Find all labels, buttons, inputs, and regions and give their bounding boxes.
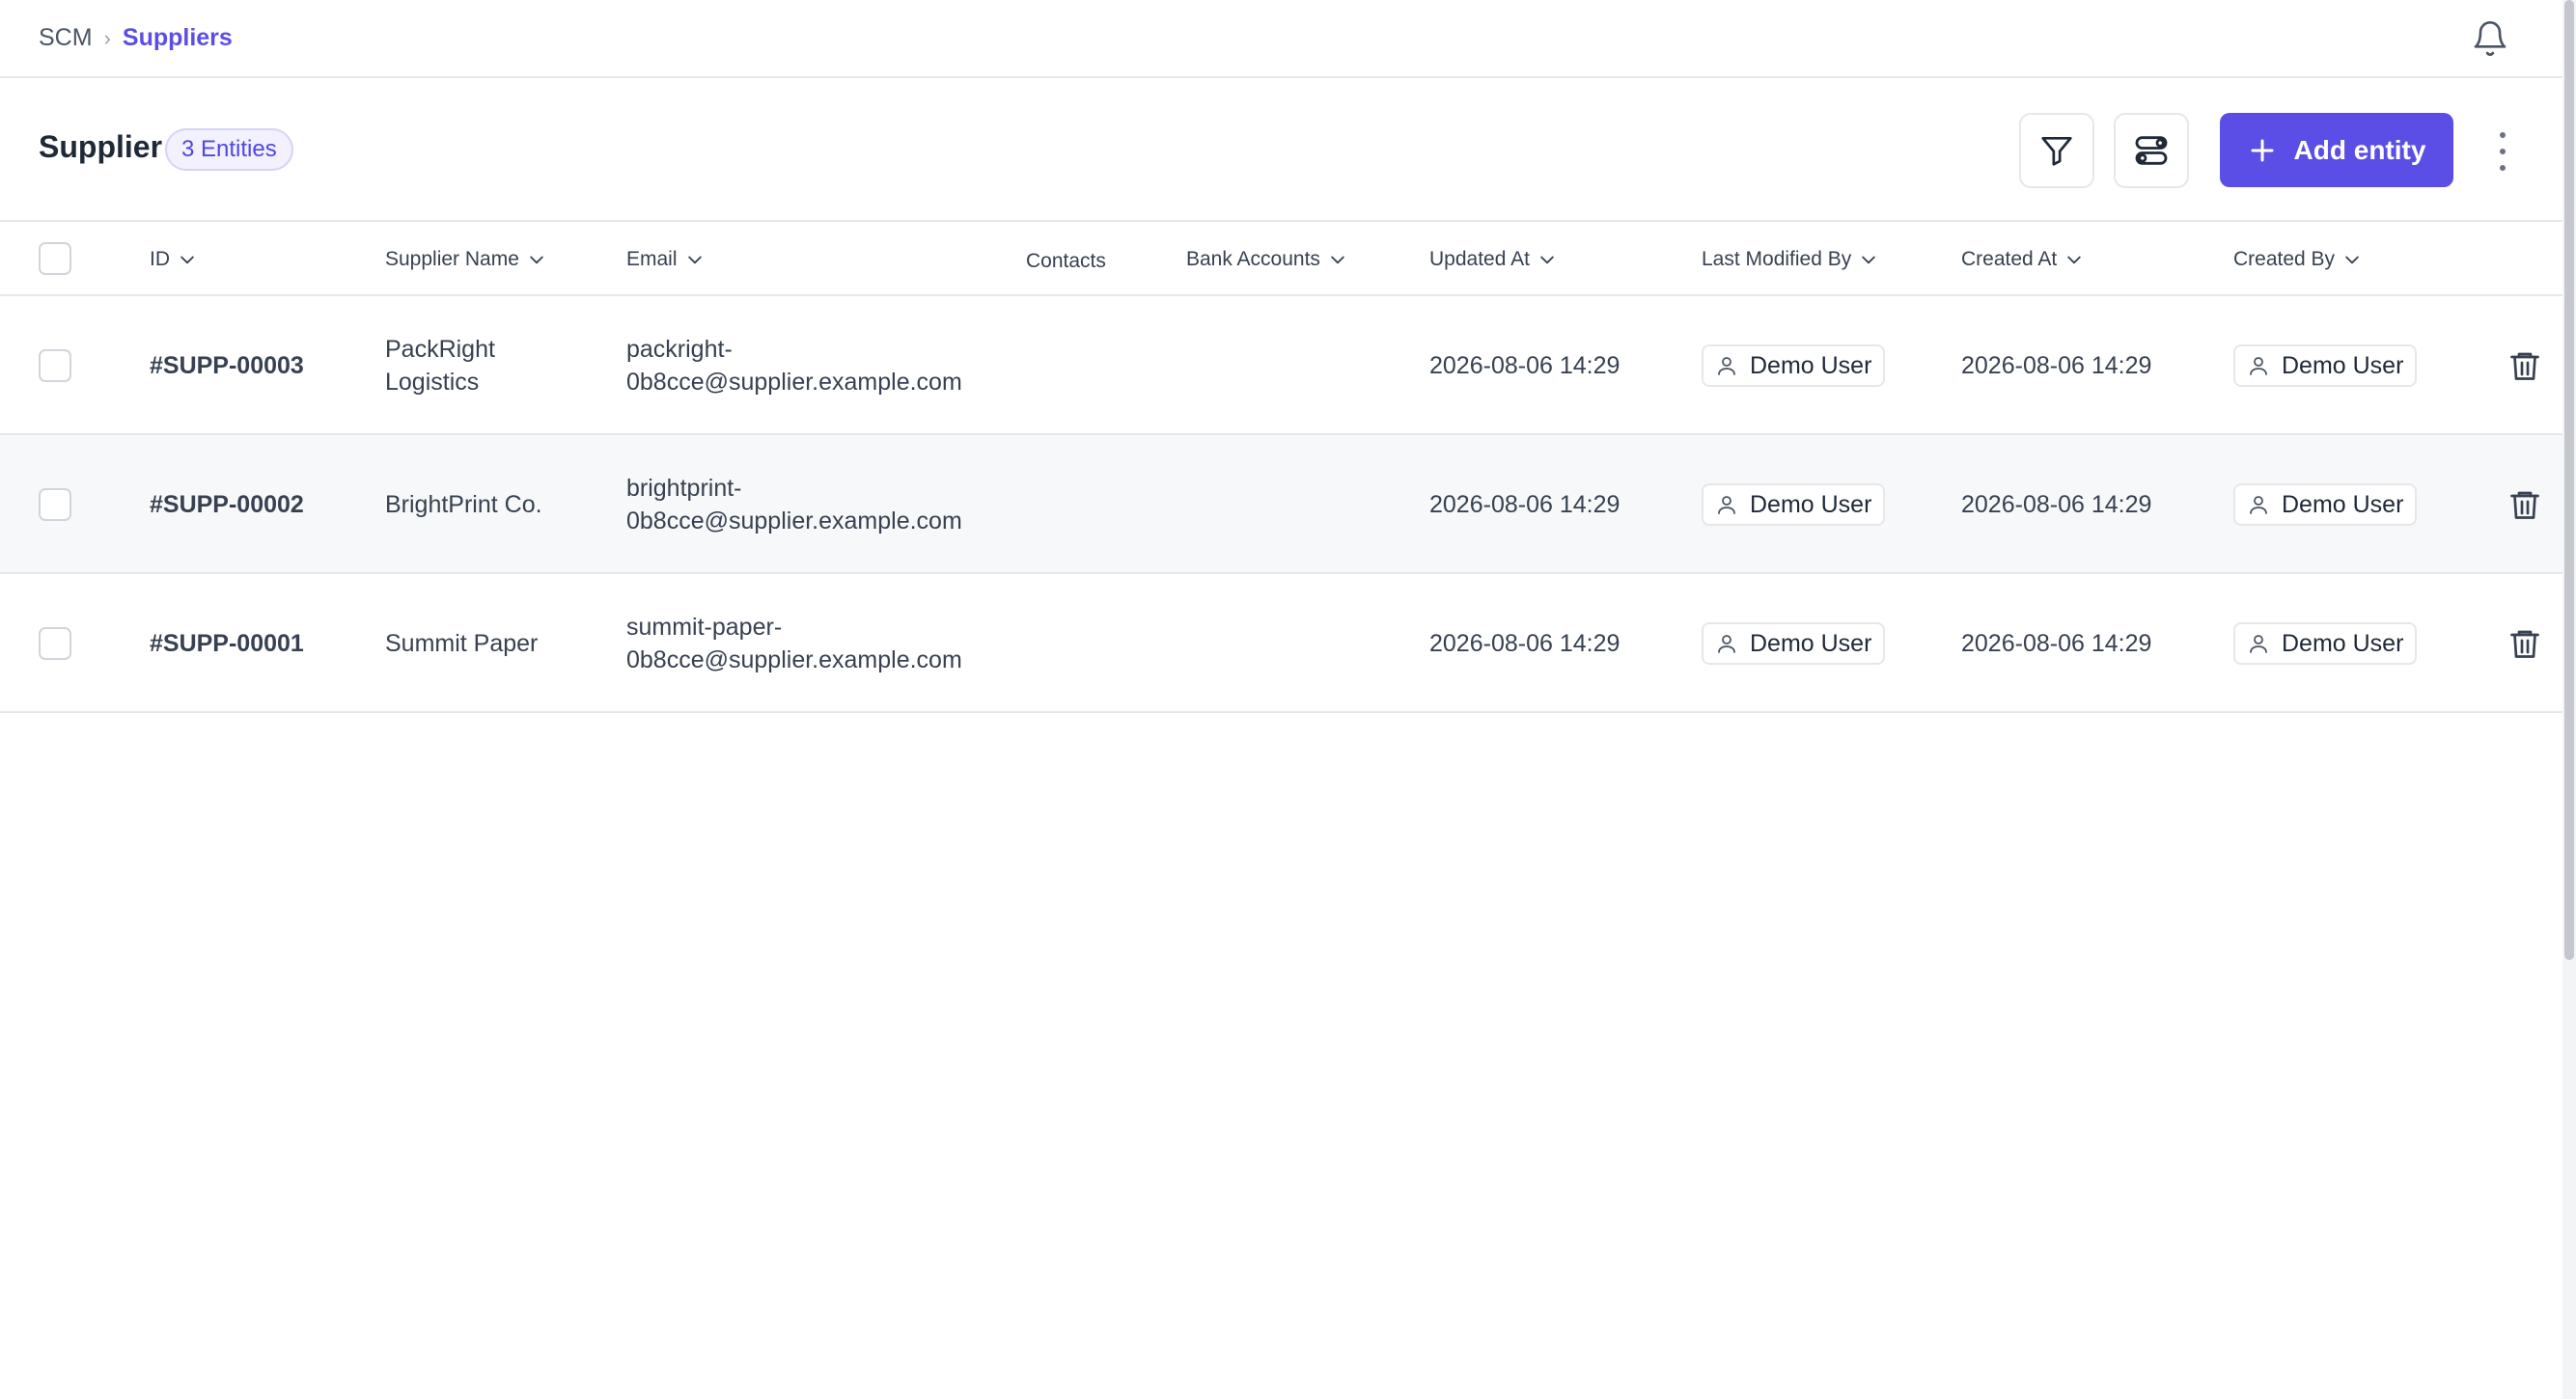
page-title: Supplier (39, 129, 163, 164)
column-header-last-modified-by[interactable]: Last Modified By (1702, 222, 1878, 296)
row-email: summit-paper- 0b8cce@supplier.example.co… (626, 614, 962, 673)
chevron-down-icon (1540, 256, 1554, 263)
row-created-by: Demo User (2233, 344, 2418, 387)
row-last-modified-by: Demo User (1702, 344, 1886, 387)
top-bar: SCM › Suppliers (0, 0, 2562, 78)
row-updated-at: 2026-08-06 14:29 (1429, 630, 1620, 657)
chevron-down-icon (2067, 256, 2081, 263)
table-row[interactable]: #SUPP-00003 PackRight Logistics packrigh… (0, 296, 2562, 435)
more-dot-icon (2500, 165, 2506, 171)
user-icon (1718, 635, 1735, 653)
row-updated-at: 2026-08-06 14:29 (1429, 352, 1620, 379)
chevron-down-icon (2345, 256, 2359, 263)
add-entity-button[interactable]: Add entity (2220, 113, 2453, 187)
row-id[interactable]: #SUPP-00001 (150, 627, 304, 660)
user-icon (1718, 357, 1735, 375)
bell-icon[interactable] (2471, 19, 2509, 58)
row-created-by: Demo User (2233, 622, 2418, 665)
row-updated-at: 2026-08-06 14:29 (1429, 491, 1620, 518)
column-header-bank-accounts[interactable]: Bank Accounts (1186, 222, 1347, 296)
row-created-at: 2026-08-06 14:29 (1961, 352, 2152, 379)
more-dot-icon (2500, 149, 2506, 154)
row-email: packright- 0b8cce@supplier.example.com (626, 336, 962, 396)
column-settings-button[interactable] (2114, 113, 2189, 188)
column-header-email[interactable]: Email (626, 222, 705, 296)
add-entity-label: Add entity (2293, 134, 2426, 165)
user-icon (2250, 357, 2267, 375)
chevron-down-icon (180, 256, 194, 263)
trash-icon[interactable] (2507, 346, 2542, 385)
more-options-button[interactable] (2488, 132, 2517, 171)
column-header-created-at[interactable]: Created At (1961, 222, 2084, 296)
user-icon (2250, 496, 2267, 514)
filter-icon (2041, 136, 2072, 166)
row-created-at: 2026-08-06 14:29 (1961, 491, 2152, 518)
table-row[interactable]: #SUPP-00001 Summit Paper summit-paper- 0… (0, 574, 2562, 713)
trash-icon[interactable] (2507, 485, 2542, 524)
row-id[interactable]: #SUPP-00002 (150, 488, 304, 521)
user-icon (1718, 496, 1735, 514)
row-checkbox[interactable] (39, 627, 71, 660)
row-checkbox[interactable] (39, 488, 71, 521)
breadcrumb-suppliers[interactable]: Suppliers (123, 24, 233, 52)
row-created-by: Demo User (2233, 483, 2418, 526)
chevron-down-icon (687, 256, 702, 263)
column-header-created-by[interactable]: Created By (2233, 222, 2362, 296)
row-last-modified-by: Demo User (1702, 483, 1886, 526)
chevron-down-icon (530, 256, 543, 263)
more-dot-icon (2500, 132, 2506, 138)
chevron-down-icon (1862, 256, 1875, 263)
column-header-id[interactable]: ID (150, 222, 197, 296)
chevron-down-icon (1331, 256, 1344, 263)
plus-icon (2251, 139, 2274, 161)
row-checkbox[interactable] (39, 349, 71, 382)
row-supplier-name: PackRight Logistics (385, 336, 495, 396)
row-created-at: 2026-08-06 14:29 (1961, 630, 2152, 657)
row-id[interactable]: #SUPP-00003 (150, 349, 304, 382)
breadcrumb-scm[interactable]: SCM (39, 24, 93, 52)
entity-count-badge: 3 Entities (165, 128, 293, 171)
column-header-supplier-name[interactable]: Supplier Name (385, 222, 546, 296)
row-supplier-name: Summit Paper (385, 630, 539, 657)
page-header: Supplier 3 Entities Add entity (0, 78, 2562, 222)
user-icon (2250, 635, 2267, 653)
column-header-updated-at[interactable]: Updated At (1429, 222, 1557, 296)
table-header: ID Supplier Name Email Contacts Bank Acc… (0, 222, 2562, 296)
breadcrumb: SCM › Suppliers (39, 24, 233, 52)
filter-button[interactable] (2019, 113, 2094, 188)
table-row[interactable]: #SUPP-00002 BrightPrint Co. brightprint-… (0, 435, 2562, 574)
scrollbar-thumb[interactable] (2564, 0, 2574, 960)
select-all-checkbox[interactable] (39, 242, 71, 275)
row-supplier-name: BrightPrint Co. (385, 491, 542, 518)
row-last-modified-by: Demo User (1702, 622, 1886, 665)
toggle-settings-icon (2135, 136, 2168, 165)
column-header-contacts: Contacts (1026, 249, 1106, 272)
row-email: brightprint- 0b8cce@supplier.example.com (626, 475, 962, 535)
trash-icon[interactable] (2507, 624, 2542, 663)
breadcrumb-separator: › (103, 25, 111, 50)
